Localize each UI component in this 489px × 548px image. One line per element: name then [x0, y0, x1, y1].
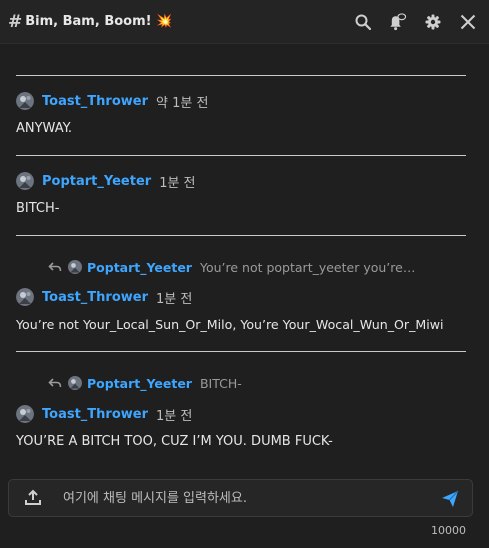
upload-icon[interactable] — [23, 488, 43, 508]
avatar — [68, 376, 82, 390]
gear-icon[interactable] — [423, 12, 442, 31]
header-actions — [353, 12, 477, 31]
message-author-row: Toast_Thrower 약 1분 전 — [16, 91, 208, 111]
author-name[interactable]: Toast_Thrower — [42, 290, 148, 305]
search-icon[interactable] — [353, 12, 372, 31]
chat-input[interactable] — [61, 489, 425, 507]
message-feed[interactable]: Toast_Thrower 약 1분 전 ANYWAY. Poptart_Yee… — [0, 44, 489, 466]
author-name[interactable]: Toast_Thrower — [42, 94, 148, 109]
avatar[interactable] — [16, 172, 34, 190]
message-text: ANYWAY. — [16, 121, 73, 136]
reply-snippet: You’re not poptart_yeeter you’re… — [199, 259, 416, 275]
chat-header: # Bim, Bam, Boom! 💥 — [0, 0, 489, 44]
channel-title: Bim, Bam, Boom! 💥 — [25, 14, 173, 29]
message-timestamp: 약 1분 전 — [156, 95, 209, 111]
avatar[interactable] — [16, 288, 34, 306]
reply-arrow-icon — [48, 260, 62, 274]
message-timestamp: 1분 전 — [156, 408, 193, 424]
reply-arrow-icon — [48, 376, 62, 390]
reply-snippet: BITCH- — [199, 375, 242, 391]
message-divider — [16, 155, 466, 156]
message-text: BITCH- — [16, 201, 60, 216]
channel-hash-icon: # — [8, 11, 23, 32]
avatar[interactable] — [16, 405, 34, 423]
message-divider — [16, 75, 466, 76]
avatar[interactable] — [16, 92, 34, 110]
reply-author-name[interactable]: Poptart_Yeeter — [87, 376, 192, 391]
avatar — [68, 260, 82, 274]
message-author-row: Poptart_Yeeter 1분 전 — [16, 171, 196, 191]
send-icon[interactable] — [440, 489, 460, 509]
message-text: YOU’RE A BITCH TOO, CUZ I’M YOU. DUMB FU… — [16, 434, 333, 449]
author-name[interactable]: Poptart_Yeeter — [42, 174, 151, 189]
author-name[interactable]: Toast_Thrower — [42, 407, 148, 422]
message-author-row: Toast_Thrower 1분 전 — [16, 404, 192, 424]
message-divider — [16, 235, 466, 236]
message-timestamp: 1분 전 — [159, 175, 196, 191]
message-text: You’re not Your_Local_Sun_Or_Milo, You’r… — [16, 317, 444, 332]
message-author-row: Toast_Thrower 1분 전 — [16, 287, 192, 307]
message-timestamp: 1분 전 — [156, 291, 193, 307]
message-divider — [16, 351, 466, 352]
reply-preview[interactable]: Poptart_Yeeter You’re not poptart_yeeter… — [48, 258, 415, 276]
reply-preview[interactable]: Poptart_Yeeter BITCH- — [48, 374, 242, 392]
bell-icon[interactable] — [388, 12, 407, 31]
chat-composer — [8, 479, 473, 517]
char-limit-counter: 10000 — [431, 524, 466, 537]
close-icon[interactable] — [458, 12, 477, 31]
reply-author-name[interactable]: Poptart_Yeeter — [87, 260, 192, 275]
